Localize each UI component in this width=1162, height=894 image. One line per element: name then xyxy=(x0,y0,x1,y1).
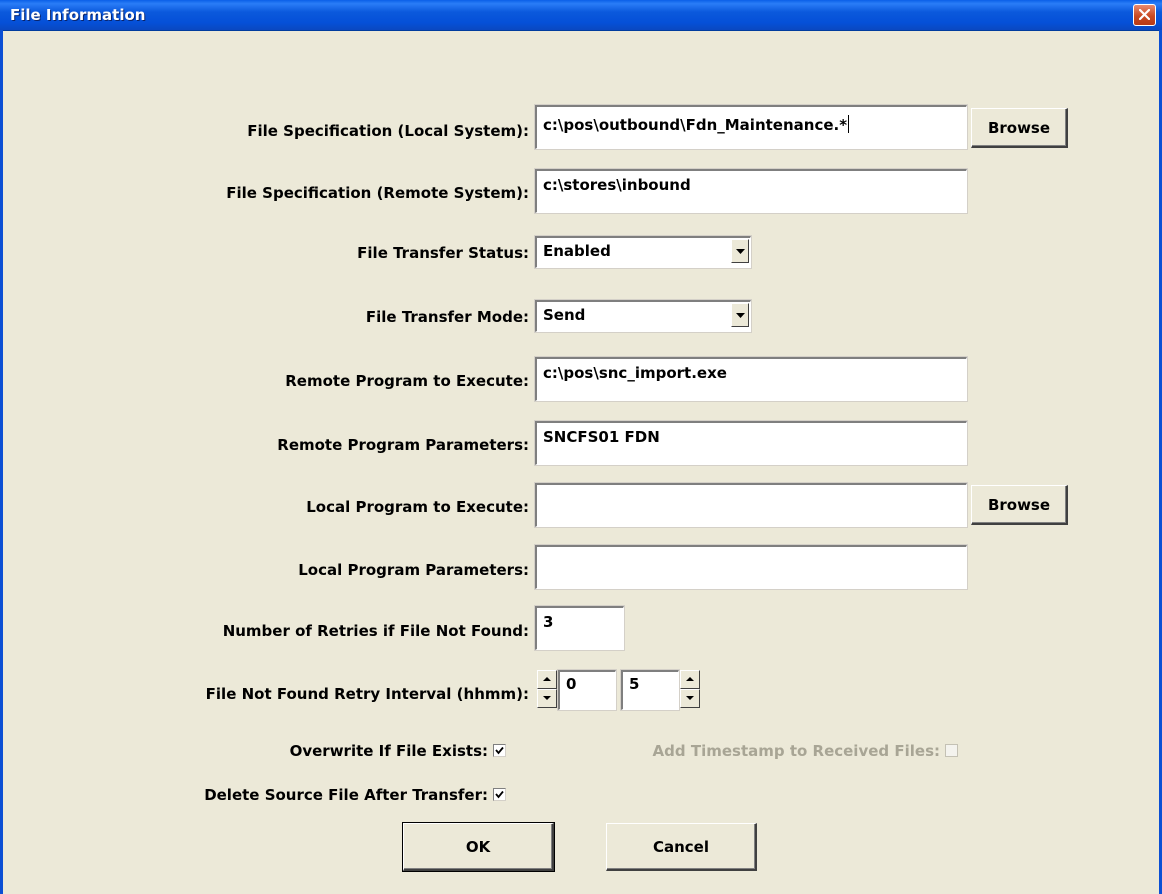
transfer-mode-dropdown-button[interactable] xyxy=(731,303,749,327)
remote-spec-input[interactable]: c:\stores\inbound xyxy=(534,168,968,214)
overwrite-label: Overwrite If File Exists: xyxy=(289,742,488,760)
close-button[interactable] xyxy=(1133,4,1156,26)
window-title: File Information xyxy=(10,6,146,24)
hours-spin-up-button[interactable] xyxy=(537,670,557,689)
local-spec-label: File Specification (Local System): xyxy=(247,122,529,140)
hours-input[interactable]: 0 xyxy=(557,669,617,711)
remote-params-input[interactable]: SNCFS01 FDN xyxy=(534,420,968,466)
local-params-input[interactable] xyxy=(534,544,968,590)
cancel-button[interactable]: Cancel xyxy=(606,823,757,871)
transfer-mode-select[interactable]: Send xyxy=(534,299,752,333)
local-program-input[interactable] xyxy=(534,482,968,528)
ok-button[interactable]: OK xyxy=(402,822,555,872)
transfer-status-label: File Transfer Status: xyxy=(357,244,529,262)
delete-source-label: Delete Source File After Transfer: xyxy=(204,786,488,804)
remote-program-label: Remote Program to Execute: xyxy=(285,372,529,390)
transfer-status-select[interactable]: Enabled xyxy=(534,235,752,269)
delete-source-checkbox[interactable] xyxy=(493,788,506,801)
title-bar[interactable]: File Information xyxy=(0,0,1162,31)
retries-input[interactable]: 3 xyxy=(534,605,625,651)
hours-spinner[interactable] xyxy=(537,670,557,708)
remote-program-input[interactable]: c:\pos\snc_import.exe xyxy=(534,356,968,402)
minutes-spin-up-button[interactable] xyxy=(680,670,700,689)
minutes-spinner[interactable] xyxy=(680,670,700,708)
local-spec-input[interactable]: c:\pos\outbound\Fdn_Maintenance.* xyxy=(534,104,968,150)
transfer-status-value: Enabled xyxy=(543,242,611,260)
overwrite-checkbox[interactable] xyxy=(493,744,506,757)
browse-local-program-button[interactable]: Browse xyxy=(971,485,1068,525)
local-program-label: Local Program to Execute: xyxy=(306,498,529,516)
minutes-spin-down-button[interactable] xyxy=(680,689,700,708)
transfer-status-dropdown-button[interactable] xyxy=(731,239,749,263)
retries-label: Number of Retries if File Not Found: xyxy=(222,622,529,640)
timestamp-label: Add Timestamp to Received Files: xyxy=(652,742,940,760)
local-params-label: Local Program Parameters: xyxy=(298,561,529,579)
transfer-mode-value: Send xyxy=(543,306,586,324)
minutes-input[interactable]: 5 xyxy=(620,669,680,711)
browse-local-button[interactable]: Browse xyxy=(971,108,1068,148)
hours-spin-down-button[interactable] xyxy=(537,689,557,708)
remote-spec-label: File Specification (Remote System): xyxy=(226,184,529,202)
remote-params-label: Remote Program Parameters: xyxy=(277,436,529,454)
transfer-mode-label: File Transfer Mode: xyxy=(365,308,529,326)
retry-interval-label: File Not Found Retry Interval (hhmm): xyxy=(205,685,529,703)
timestamp-checkbox[interactable] xyxy=(945,744,958,757)
